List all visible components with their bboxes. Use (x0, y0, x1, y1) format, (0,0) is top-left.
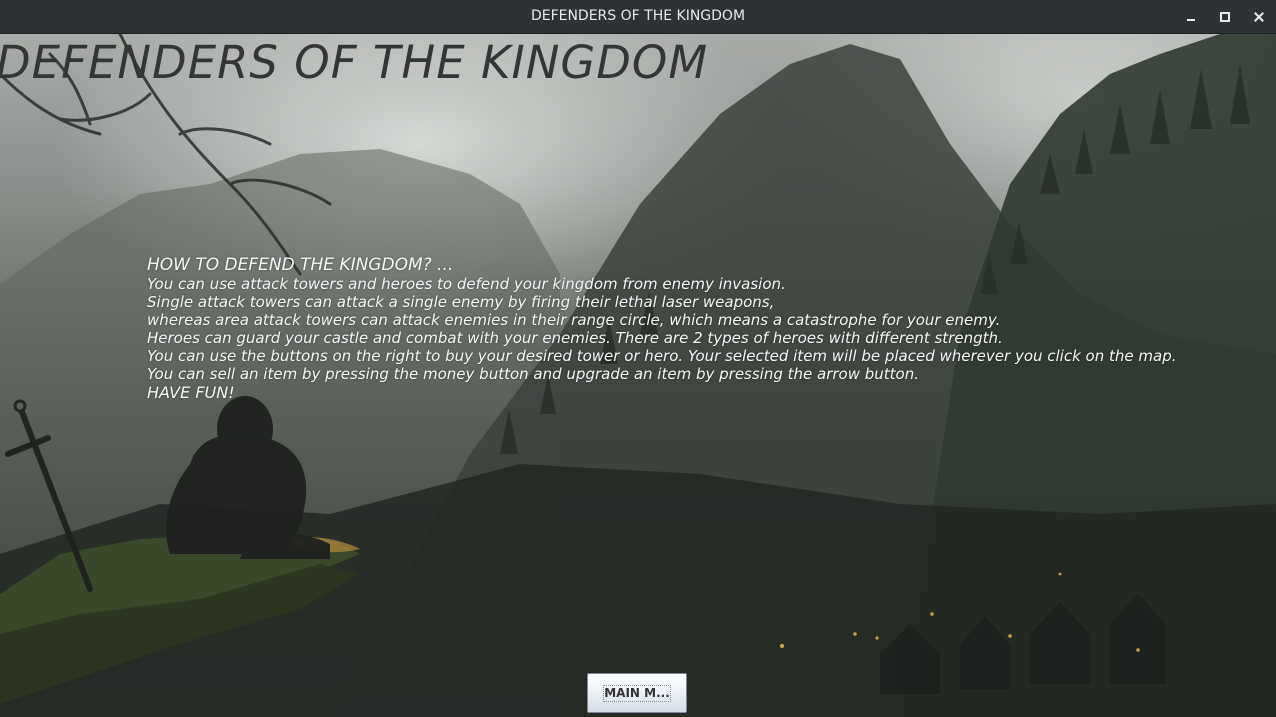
instruction-line: You can sell an item by pressing the mon… (147, 365, 920, 383)
instructions-heading: HOW TO DEFEND THE KINGDOM? ... (147, 255, 454, 275)
minimize-icon[interactable] (1181, 7, 1201, 27)
instruction-line: whereas area attack towers can attack en… (147, 311, 1001, 329)
game-window: DEFENDERS OF THE KINGDOM DEFENDERS OF TH… (0, 0, 1276, 717)
instruction-line: Heroes can guard your castle and combat … (147, 329, 1003, 347)
instruction-line: You can use the buttons on the right to … (147, 347, 1177, 365)
game-background: DEFENDERS OF THE KINGDOM HOW TO DEFEND T… (0, 34, 1276, 717)
maximize-icon[interactable] (1215, 7, 1235, 27)
instructions-panel: HOW TO DEFEND THE KINGDOM? ... You can u… (147, 255, 1177, 403)
instructions-closing: HAVE FUN! (147, 383, 235, 402)
main-menu-button[interactable]: MAIN M... (587, 673, 687, 713)
instruction-line: Single attack towers can attack a single… (147, 293, 775, 311)
close-icon[interactable] (1249, 7, 1269, 27)
main-menu-button-label: MAIN M... (603, 685, 671, 702)
instruction-line: You can use attack towers and heroes to … (147, 275, 786, 293)
title-bar[interactable]: DEFENDERS OF THE KINGDOM (0, 0, 1276, 34)
game-title: DEFENDERS OF THE KINGDOM (0, 36, 709, 89)
window-title: DEFENDERS OF THE KINGDOM (530, 8, 746, 24)
